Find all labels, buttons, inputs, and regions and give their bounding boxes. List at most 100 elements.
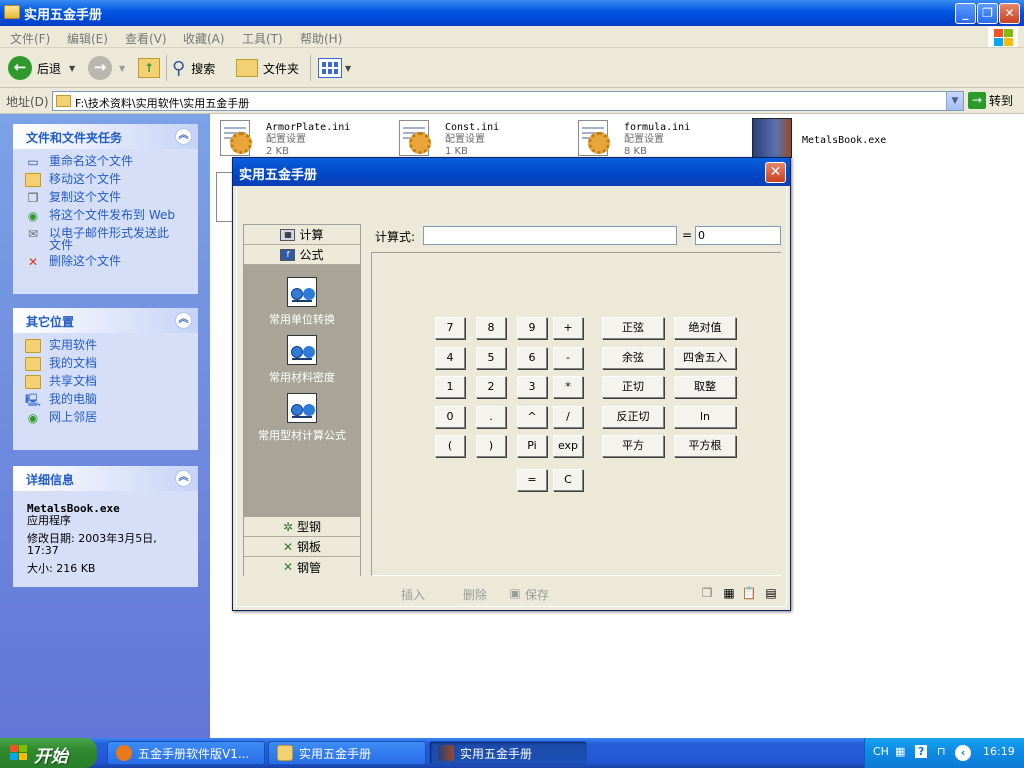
key-7[interactable]: 7	[435, 317, 465, 339]
task-copy[interactable]: ❐ 复制这个文件	[25, 189, 198, 207]
help-icon[interactable]: ?	[915, 745, 928, 758]
key-abs[interactable]: 绝对值	[674, 317, 736, 339]
collapse-icon[interactable]: ︽	[175, 470, 192, 487]
key-2[interactable]: 2	[476, 376, 506, 398]
key-left-paren[interactable]: (	[435, 435, 465, 457]
menu-view[interactable]: 查看(V)	[125, 30, 167, 47]
clipboard-icon[interactable]: 📋	[741, 586, 757, 600]
note-icon[interactable]: ▤	[763, 586, 779, 600]
key-4[interactable]: 4	[435, 347, 465, 369]
nav-profile-formula[interactable]: 常用型材计算公式	[244, 393, 360, 443]
up-folder-button[interactable]: ↑	[138, 54, 160, 82]
tab-section-steel[interactable]: ✲ 型钢	[244, 517, 360, 537]
save-button[interactable]: 保存	[525, 586, 549, 603]
calculator-icon[interactable]: ▦	[721, 586, 737, 600]
key-equals[interactable]: =	[517, 469, 547, 491]
close-button[interactable]: ✕	[999, 3, 1020, 24]
chevron-down-icon[interactable]: ▼	[119, 64, 125, 73]
language-indicator[interactable]: CH	[873, 745, 889, 758]
menu-file[interactable]: 文件(F)	[10, 30, 50, 47]
keyboard-icon[interactable]: ▦	[895, 745, 905, 758]
place-my-computer[interactable]: 🖳 我的电脑	[25, 391, 198, 409]
tab-steel-pipe[interactable]: ✕ 钢管	[244, 557, 360, 577]
key-exp[interactable]: exp	[553, 435, 583, 457]
chevron-down-icon[interactable]: ▼	[345, 64, 351, 73]
key-clear[interactable]: C	[553, 469, 583, 491]
task-email[interactable]: ✉ 以电子邮件形式发送此文件	[25, 225, 198, 253]
key-ln[interactable]: ln	[674, 406, 736, 428]
other-places-header[interactable]: 其它位置 ︽	[13, 308, 198, 333]
nav-material-density[interactable]: 常用材料密度	[244, 335, 360, 385]
result-field[interactable]: 0	[695, 226, 781, 245]
menu-help[interactable]: 帮助(H)	[300, 30, 342, 47]
key-pi[interactable]: Pi	[517, 435, 547, 457]
place-my-documents[interactable]: 我的文档	[25, 355, 198, 373]
key-square[interactable]: 平方	[602, 435, 664, 457]
menu-favorites[interactable]: 收藏(A)	[183, 30, 225, 47]
taskbar-item-browser[interactable]: 五金手册软件版V1...	[107, 741, 265, 765]
chevron-down-icon[interactable]: ▼	[69, 64, 75, 73]
place-shared-documents[interactable]: 共享文档	[25, 373, 198, 391]
key-tan[interactable]: 正切	[602, 376, 664, 398]
file-tasks-header[interactable]: 文件和文件夹任务 ︽	[13, 124, 198, 149]
go-button[interactable]: → 转到	[968, 92, 1013, 109]
details-header[interactable]: 详细信息 ︽	[13, 466, 198, 491]
tab-calculate[interactable]: ▦ 计算	[244, 225, 360, 245]
chevron-down-icon[interactable]: ▼	[946, 92, 963, 110]
task-move[interactable]: 移动这个文件	[25, 171, 198, 189]
tab-steel-plate[interactable]: ✕ 钢板	[244, 537, 360, 557]
key-multiply[interactable]: *	[553, 376, 583, 398]
collapse-icon[interactable]: ︽	[175, 128, 192, 145]
menu-edit[interactable]: 编辑(E)	[67, 30, 108, 47]
key-dot[interactable]: .	[476, 406, 506, 428]
chevron-left-icon[interactable]: ‹	[955, 745, 971, 761]
key-power[interactable]: ^	[517, 406, 547, 428]
task-publish-web[interactable]: ◉ 将这个文件发布到 Web	[25, 207, 198, 225]
expression-input[interactable]	[423, 226, 677, 245]
minimize-button[interactable]: _	[955, 3, 976, 24]
forward-button[interactable]: → ▼	[88, 54, 125, 82]
key-6[interactable]: 6	[517, 347, 547, 369]
key-atan[interactable]: 反正切	[602, 406, 664, 428]
task-delete[interactable]: ✕ 删除这个文件	[25, 253, 198, 271]
key-9[interactable]: 9	[517, 317, 547, 339]
maximize-button[interactable]: ❐	[977, 3, 998, 24]
key-3[interactable]: 3	[517, 376, 547, 398]
key-cos[interactable]: 余弦	[602, 347, 664, 369]
key-divide[interactable]: /	[553, 406, 583, 428]
paste-icon[interactable]: ❐	[699, 586, 715, 600]
folders-button[interactable]: 文件夹	[236, 54, 299, 82]
key-plus[interactable]: +	[553, 317, 583, 339]
collapse-icon[interactable]: ︽	[175, 312, 192, 329]
taskbar-item-explorer[interactable]: 实用五金手册	[268, 741, 426, 765]
dialog-close-button[interactable]: ✕	[765, 162, 786, 183]
delete-button[interactable]: 删除	[463, 586, 487, 603]
start-button[interactable]: 开始	[0, 738, 97, 768]
clock[interactable]: 16:19	[983, 745, 1015, 758]
key-sqrt[interactable]: 平方根	[674, 435, 736, 457]
config-file-icon[interactable]	[216, 172, 232, 222]
place-software[interactable]: 实用软件	[25, 337, 198, 355]
key-0[interactable]: 0	[435, 406, 465, 428]
tab-formula[interactable]: f 公式	[244, 245, 360, 265]
search-button[interactable]: ⚲ 搜索	[172, 54, 215, 82]
back-button[interactable]: ← 后退 ▼	[8, 54, 75, 82]
taskbar-item-app[interactable]: 实用五金手册	[429, 741, 587, 765]
volume-icon[interactable]: ⊓	[937, 745, 946, 758]
key-1[interactable]: 1	[435, 376, 465, 398]
key-right-paren[interactable]: )	[476, 435, 506, 457]
nav-unit-conversion[interactable]: 常用单位转换	[244, 277, 360, 327]
key-8[interactable]: 8	[476, 317, 506, 339]
views-button[interactable]: ▼	[318, 54, 351, 82]
address-input[interactable]: F:\技术资料\实用软件\实用五金手册 ▼	[52, 91, 964, 111]
toolbar-separator	[166, 55, 167, 81]
key-round[interactable]: 四舍五入	[674, 347, 736, 369]
key-5[interactable]: 5	[476, 347, 506, 369]
task-rename[interactable]: ▭ 重命名这个文件	[25, 153, 198, 171]
key-sin[interactable]: 正弦	[602, 317, 664, 339]
insert-button[interactable]: 插入	[401, 586, 425, 603]
key-minus[interactable]: -	[553, 347, 583, 369]
key-int[interactable]: 取整	[674, 376, 736, 398]
place-network[interactable]: ◉ 网上邻居	[25, 409, 198, 427]
menu-tools[interactable]: 工具(T)	[242, 30, 283, 47]
